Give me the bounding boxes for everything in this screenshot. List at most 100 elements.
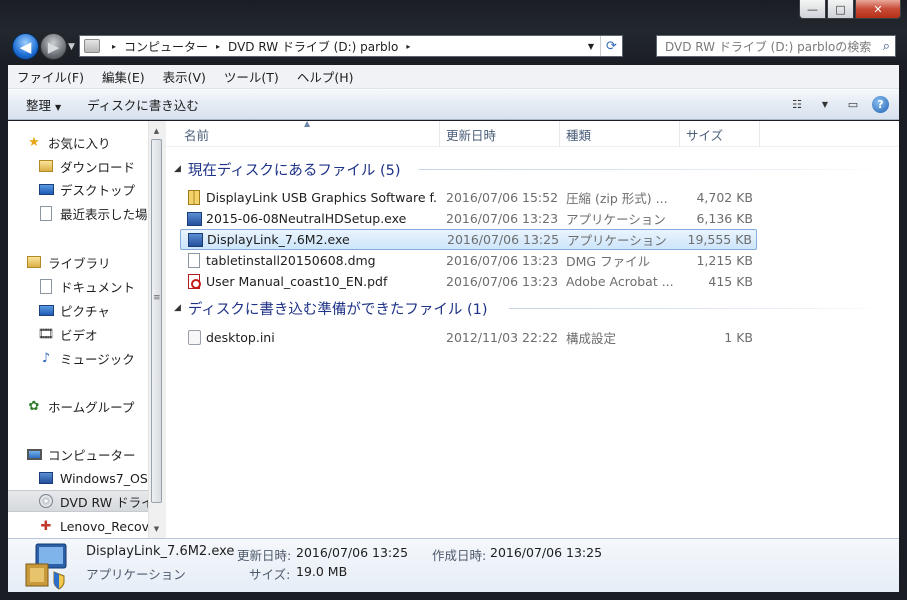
help-icon[interactable]: ?	[872, 95, 889, 113]
group-title: ディスクに書き込む準備ができたファイル (1)	[187, 301, 488, 318]
group-divider	[419, 169, 889, 170]
file-name: tabletinstall20150608.dmg	[206, 253, 376, 268]
file-size: 6,136 KB	[696, 211, 753, 226]
nav-homegroup[interactable]: ✿ ホームグループ	[26, 395, 163, 417]
nav-favorites[interactable]: ★ お気に入り	[26, 131, 163, 153]
refresh-button[interactable]: ⟳	[600, 36, 622, 56]
pictures-icon	[38, 302, 54, 318]
nav-label: ダウンロード	[60, 159, 136, 175]
nav-music[interactable]: ♪ ミュージック	[38, 347, 163, 369]
scroll-up-icon[interactable]: ▲	[149, 123, 164, 138]
file-row[interactable]: desktop.ini 2012/11/03 22:22 構成設定 1 KB	[180, 327, 757, 348]
forward-arrow-icon: ▶	[47, 37, 60, 56]
search-icon[interactable]: ⌕	[883, 39, 890, 54]
organize-label: 整理	[26, 97, 52, 113]
file-name: DisplayLink USB Graphics Software f...	[206, 190, 438, 205]
details-modified-label: 更新日時:	[237, 548, 292, 563]
nav-label: デスクトップ	[60, 182, 136, 198]
refresh-icon: ⟳	[606, 38, 617, 54]
forward-button[interactable]: ▶	[40, 33, 67, 60]
nav-computer[interactable]: コンピューター	[26, 443, 163, 465]
nav-videos[interactable]: 🎞 ビデオ	[38, 323, 163, 345]
group-header-ready-to-burn[interactable]: ◢ ディスクに書き込む準備ができたファイル (1)	[174, 297, 889, 319]
file-size: 19,555 KB	[687, 232, 752, 247]
navigation-pane: ★ お気に入り ダウンロード デスクトップ 最近表示した場所 ライブラリ ドキュメ…	[8, 121, 163, 538]
nav-drive-c[interactable]: Windows7_OS (	[38, 467, 163, 489]
file-name: desktop.ini	[206, 330, 275, 345]
caption-buttons: — □ ✕	[799, 0, 901, 19]
nav-documents[interactable]: ドキュメント	[38, 275, 163, 297]
nav-label: ホームグループ	[48, 399, 135, 415]
details-created-value: 2016/07/06 13:25	[490, 545, 603, 560]
nav-scrollbar[interactable]: ▲ ≡ ▼	[148, 121, 163, 538]
menu-edit[interactable]: 編集(E)	[93, 67, 154, 86]
file-row[interactable]: DisplayLink USB Graphics Software f... 2…	[180, 187, 757, 208]
recent-places-icon	[38, 205, 54, 221]
file-row[interactable]: 2015-06-08NeutralHDSetup.exe 2016/07/06 …	[180, 208, 757, 229]
nav-libraries[interactable]: ライブラリ	[26, 251, 163, 273]
close-button[interactable]: ✕	[855, 0, 901, 19]
file-modified: 2016/07/06 13:23	[446, 211, 559, 226]
download-folder-icon	[38, 158, 54, 174]
column-modified[interactable]: 更新日時	[440, 121, 560, 147]
maximize-button[interactable]: □	[827, 0, 854, 19]
scroll-down-icon[interactable]: ▼	[149, 521, 164, 536]
file-modified: 2016/07/06 15:52	[446, 190, 559, 205]
nav-downloads[interactable]: ダウンロード	[38, 155, 163, 177]
address-history-dropdown[interactable]: ▼	[582, 42, 600, 51]
nav-desktop[interactable]: デスクトップ	[38, 178, 163, 200]
video-icon: 🎞	[37, 326, 55, 342]
back-button[interactable]: ◀	[12, 33, 39, 60]
chevron-down-icon: ▼	[55, 102, 62, 112]
sort-ascending-icon: ▲	[304, 119, 311, 128]
details-size-value: 19.0 MB	[296, 564, 348, 579]
breadcrumb-computer[interactable]: コンピューター	[124, 38, 208, 55]
explorer-window: — □ ✕ ◀ ▶ ▼ ▸ コンピューター ▸ DVD RW ドライブ (D:)…	[0, 0, 907, 600]
menu-file[interactable]: ファイル(F)	[8, 67, 93, 86]
nav-recovery[interactable]: ✚ Lenovo_Recove	[38, 515, 163, 537]
file-modified: 2016/07/06 13:25	[447, 232, 560, 247]
burn-to-disc-button[interactable]: ディスクに書き込む	[79, 95, 207, 114]
change-view-icon[interactable]: ☷	[788, 95, 806, 113]
file-row[interactable]: User Manual_coast10_EN.pdf 2016/07/06 13…	[180, 271, 757, 292]
file-row[interactable]: tabletinstall20150608.dmg 2016/07/06 13:…	[180, 250, 757, 271]
scroll-thumb[interactable]	[151, 139, 162, 503]
search-input[interactable]: DVD RW ドライブ (D:) parbloの検索 ⌕	[656, 35, 896, 57]
group-header-on-disc[interactable]: ◢ 現在ディスクにあるファイル (5)	[174, 158, 889, 180]
nav-drive-d[interactable]: DVD RW ドライ	[8, 490, 154, 512]
breadcrumb-drive[interactable]: DVD RW ドライブ (D:) parblo	[228, 38, 398, 55]
menu-view[interactable]: 表示(V)	[154, 67, 215, 86]
nav-label: DVD RW ドライ	[60, 494, 154, 510]
nav-label: ミュージック	[60, 351, 135, 367]
computer-icon	[26, 446, 42, 462]
nav-label: お気に入り	[48, 135, 111, 151]
nav-recent-places[interactable]: 最近表示した場所	[38, 202, 163, 224]
homegroup-icon: ✿	[28, 398, 40, 414]
address-bar[interactable]: ▸ コンピューター ▸ DVD RW ドライブ (D:) parblo ▸ ▼ …	[79, 35, 623, 57]
column-size[interactable]: サイズ	[680, 121, 760, 147]
preview-pane-icon[interactable]: ▭	[844, 95, 862, 113]
breadcrumb-separator[interactable]: ▸	[216, 42, 220, 51]
column-type[interactable]: 種類	[560, 121, 680, 147]
organize-button[interactable]: 整理 ▼	[18, 95, 69, 114]
nav-label: Lenovo_Recove	[60, 518, 157, 534]
recent-pages-dropdown[interactable]: ▼	[68, 42, 75, 52]
breadcrumb-separator[interactable]: ▸	[112, 42, 116, 51]
file-size: 4,702 KB	[696, 190, 753, 205]
star-icon: ★	[28, 134, 40, 150]
nav-pictures[interactable]: ピクチャ	[38, 299, 163, 321]
menu-help[interactable]: ヘルプ(H)	[288, 67, 363, 86]
file-type: DMG ファイル	[566, 254, 651, 269]
exe-icon	[186, 211, 202, 227]
details-modified-value: 2016/07/06 13:25	[296, 545, 409, 560]
menu-tools[interactable]: ツール(T)	[215, 67, 288, 86]
nav-label: ライブラリ	[48, 255, 111, 271]
windows-drive-icon	[38, 470, 54, 486]
details-pane: DisplayLink_7.6M2.exe アプリケーション 更新日時: 201…	[8, 538, 899, 592]
file-row-selected[interactable]: DisplayLink_7.6M2.exe 2016/07/06 13:25 ア…	[180, 229, 757, 250]
view-options-dropdown[interactable]: ▼	[816, 95, 834, 113]
back-arrow-icon: ◀	[19, 37, 32, 56]
breadcrumb-separator[interactable]: ▸	[406, 42, 410, 51]
nav-label: コンピューター	[48, 447, 136, 463]
minimize-button[interactable]: —	[799, 0, 826, 19]
